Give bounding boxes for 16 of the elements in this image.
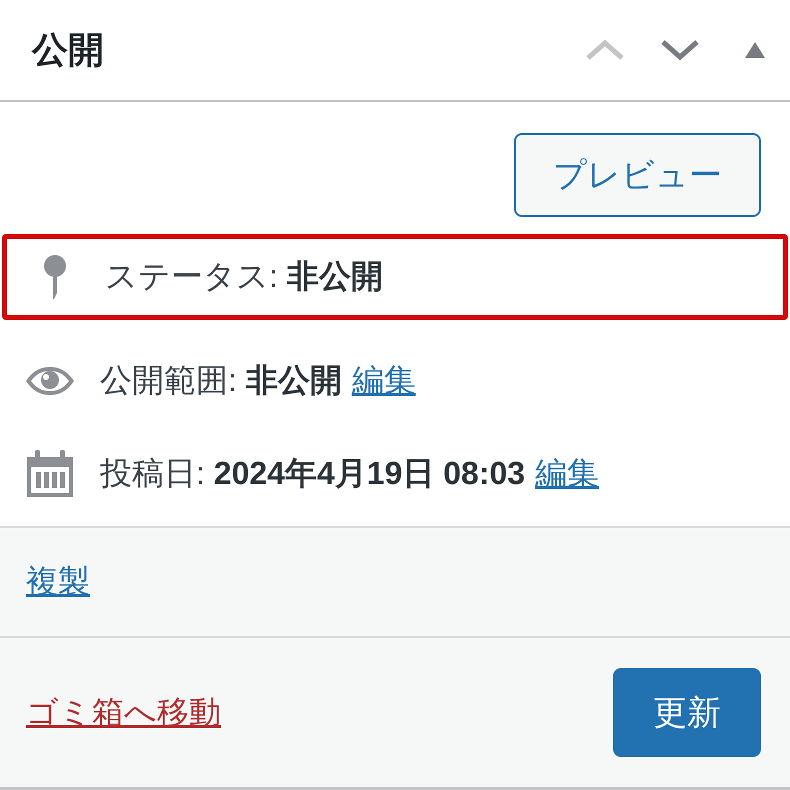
edit-link[interactable]: 編集 <box>535 452 600 496</box>
triangle-up-icon <box>745 42 765 58</box>
chevron-up-icon <box>585 39 625 61</box>
chevron-down-icon <box>660 39 700 61</box>
publish-date-text: 投稿日: 2024年4月19日 08:03 <box>100 454 526 492</box>
visibility-text: 公開範囲: 非公開 <box>100 360 342 400</box>
preview-button[interactable]: プレビュー <box>514 133 761 217</box>
panel-title: 公開 <box>32 28 105 72</box>
pin-icon <box>44 255 66 299</box>
trash-link[interactable]: ゴミ箱へ移動 <box>26 690 221 734</box>
calendar-icon <box>27 450 73 497</box>
edit-link[interactable]: 編集 <box>352 358 416 402</box>
update-button[interactable]: 更新 <box>613 668 761 757</box>
status-text: ステータス: 非公開 <box>105 257 383 296</box>
duplicate-link[interactable]: 複製 <box>26 560 90 604</box>
eye-icon <box>25 366 75 396</box>
